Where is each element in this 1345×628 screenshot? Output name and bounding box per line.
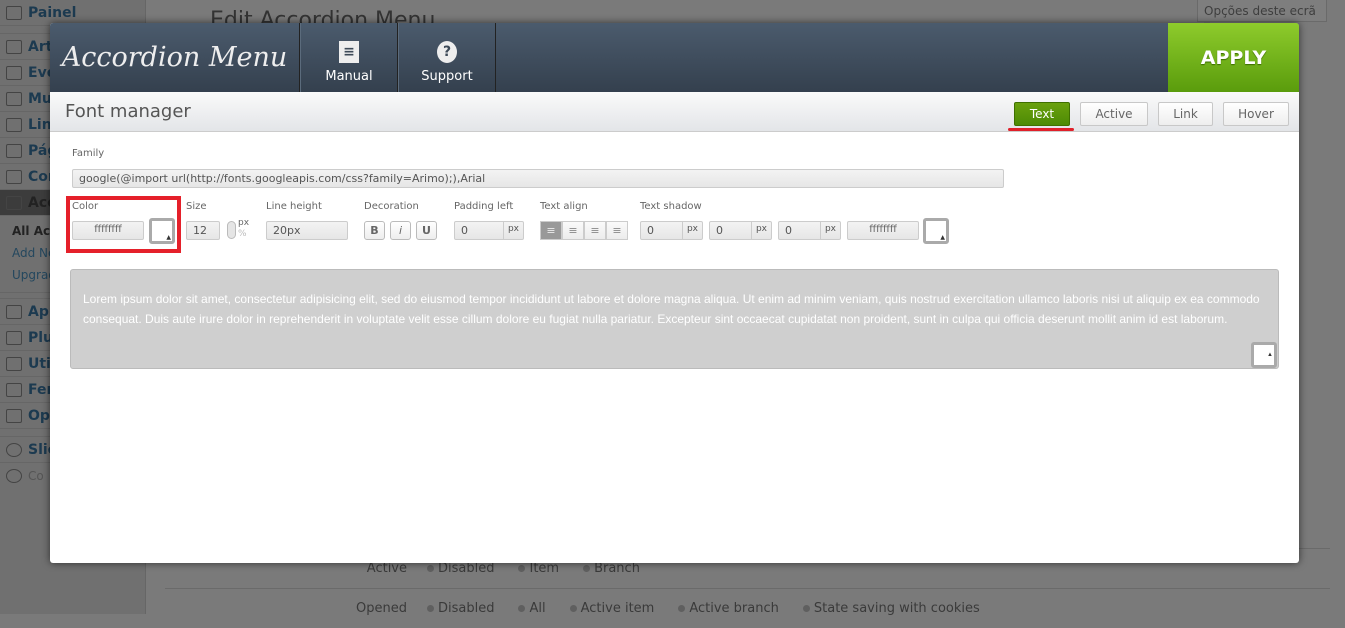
align-left-icon[interactable]: ≡ <box>540 221 562 240</box>
size-label: Size <box>186 201 207 212</box>
sidebar-item-label: Lin <box>28 116 52 133</box>
plugins-icon <box>6 330 22 345</box>
accordion-icon <box>6 195 22 210</box>
unit-toggle[interactable] <box>227 221 236 239</box>
manual-button[interactable]: ≡ Manual <box>300 23 398 92</box>
align-center-icon[interactable]: ≡ <box>562 221 584 240</box>
sidebar-item-label: Painel <box>28 4 77 21</box>
gear-icon <box>6 442 22 457</box>
highlight-box <box>66 196 181 253</box>
shadow-blur-input[interactable]: 0 px <box>778 221 841 240</box>
modal-header: Accordion Menu ≡ Manual ? Support APPLY <box>50 23 1299 92</box>
underline-button[interactable]: U <box>416 221 437 240</box>
padding-left-input[interactable]: 0 px <box>454 221 524 240</box>
radio-disabled[interactable]: Disabled <box>427 561 494 576</box>
screen-options-button[interactable]: Opções deste ecrã ▾ <box>1197 0 1327 32</box>
px-unit: px <box>820 222 840 239</box>
shadow-x-input[interactable]: 0 px <box>640 221 703 240</box>
decoration-label: Decoration <box>364 201 419 212</box>
text-shadow-label: Text shadow <box>640 201 702 212</box>
px-unit: px <box>751 222 771 239</box>
align-justify-icon[interactable]: ≡ <box>606 221 628 240</box>
padding-value: 0 <box>461 224 468 237</box>
document-icon: ≡ <box>339 41 359 63</box>
shadow-y-input[interactable]: 0 px <box>709 221 772 240</box>
comments-icon <box>6 169 22 184</box>
font-manager-modal: Accordion Menu ≡ Manual ? Support APPLY Fo… <box>50 23 1299 563</box>
apply-button[interactable]: APPLY <box>1168 23 1299 92</box>
shadow-color-picker-button[interactable] <box>923 218 949 244</box>
users-icon <box>6 356 22 371</box>
tools-icon <box>6 382 22 397</box>
line-height-label: Line height <box>266 201 322 212</box>
manual-label: Manual <box>325 69 373 84</box>
padding-left-label: Padding left <box>454 201 514 212</box>
help-icon: ? <box>437 41 457 63</box>
line-height-input[interactable]: 20px <box>266 221 348 240</box>
active-tab-underline <box>1008 128 1074 131</box>
tab-link[interactable]: Link <box>1158 102 1213 126</box>
shadow-x-value: 0 <box>647 224 654 237</box>
tab-text[interactable]: Text <box>1014 102 1070 126</box>
shadow-y-value: 0 <box>716 224 723 237</box>
radio-branch[interactable]: Branch <box>583 561 640 576</box>
row-label: Active <box>366 561 407 576</box>
px-unit: px <box>682 222 702 239</box>
unit-px: px <box>238 218 250 228</box>
media-icon <box>6 91 22 106</box>
setting-row-opened: Opened Disabled All Active item Active b… <box>165 588 1330 628</box>
home-icon <box>6 5 22 20</box>
tab-hover[interactable]: Hover <box>1223 102 1289 126</box>
size-input[interactable]: 12 <box>186 221 220 240</box>
settings-icon <box>6 408 22 423</box>
shadow-blur-value: 0 <box>785 224 792 237</box>
preview-bg-color-button[interactable] <box>1251 342 1277 368</box>
text-preview: Lorem ipsum dolor sit amet, consectetur … <box>70 269 1279 369</box>
radio-item[interactable]: Item <box>518 561 559 576</box>
font-manager-bar: Font manager Text Active Link Hover <box>50 92 1299 132</box>
appearance-icon <box>6 304 22 319</box>
tab-active[interactable]: Active <box>1080 102 1148 126</box>
italic-button[interactable]: i <box>390 221 411 240</box>
sidebar-item-label: Co <box>28 469 44 483</box>
bold-button[interactable]: B <box>364 221 385 240</box>
unit-percent: % <box>238 229 247 239</box>
logo: Accordion Menu <box>50 23 300 92</box>
family-input[interactable]: google(@import url(http://fonts.googleap… <box>72 169 1004 188</box>
shadow-color-input[interactable]: ffffffff <box>847 221 919 240</box>
link-icon <box>6 117 22 132</box>
collapse-icon <box>6 469 22 483</box>
text-align-label: Text align <box>540 201 588 212</box>
pages-icon <box>6 143 22 158</box>
calendar-icon <box>6 65 22 80</box>
pin-icon <box>6 39 22 54</box>
modal-title: Font manager <box>65 101 191 122</box>
family-label: Family <box>72 148 105 159</box>
support-button[interactable]: ? Support <box>398 23 496 92</box>
support-label: Support <box>421 69 473 84</box>
preview-text: Lorem ipsum dolor sit amet, consectetur … <box>83 292 1260 326</box>
px-unit: px <box>503 222 523 239</box>
align-right-icon[interactable]: ≡ <box>584 221 606 240</box>
